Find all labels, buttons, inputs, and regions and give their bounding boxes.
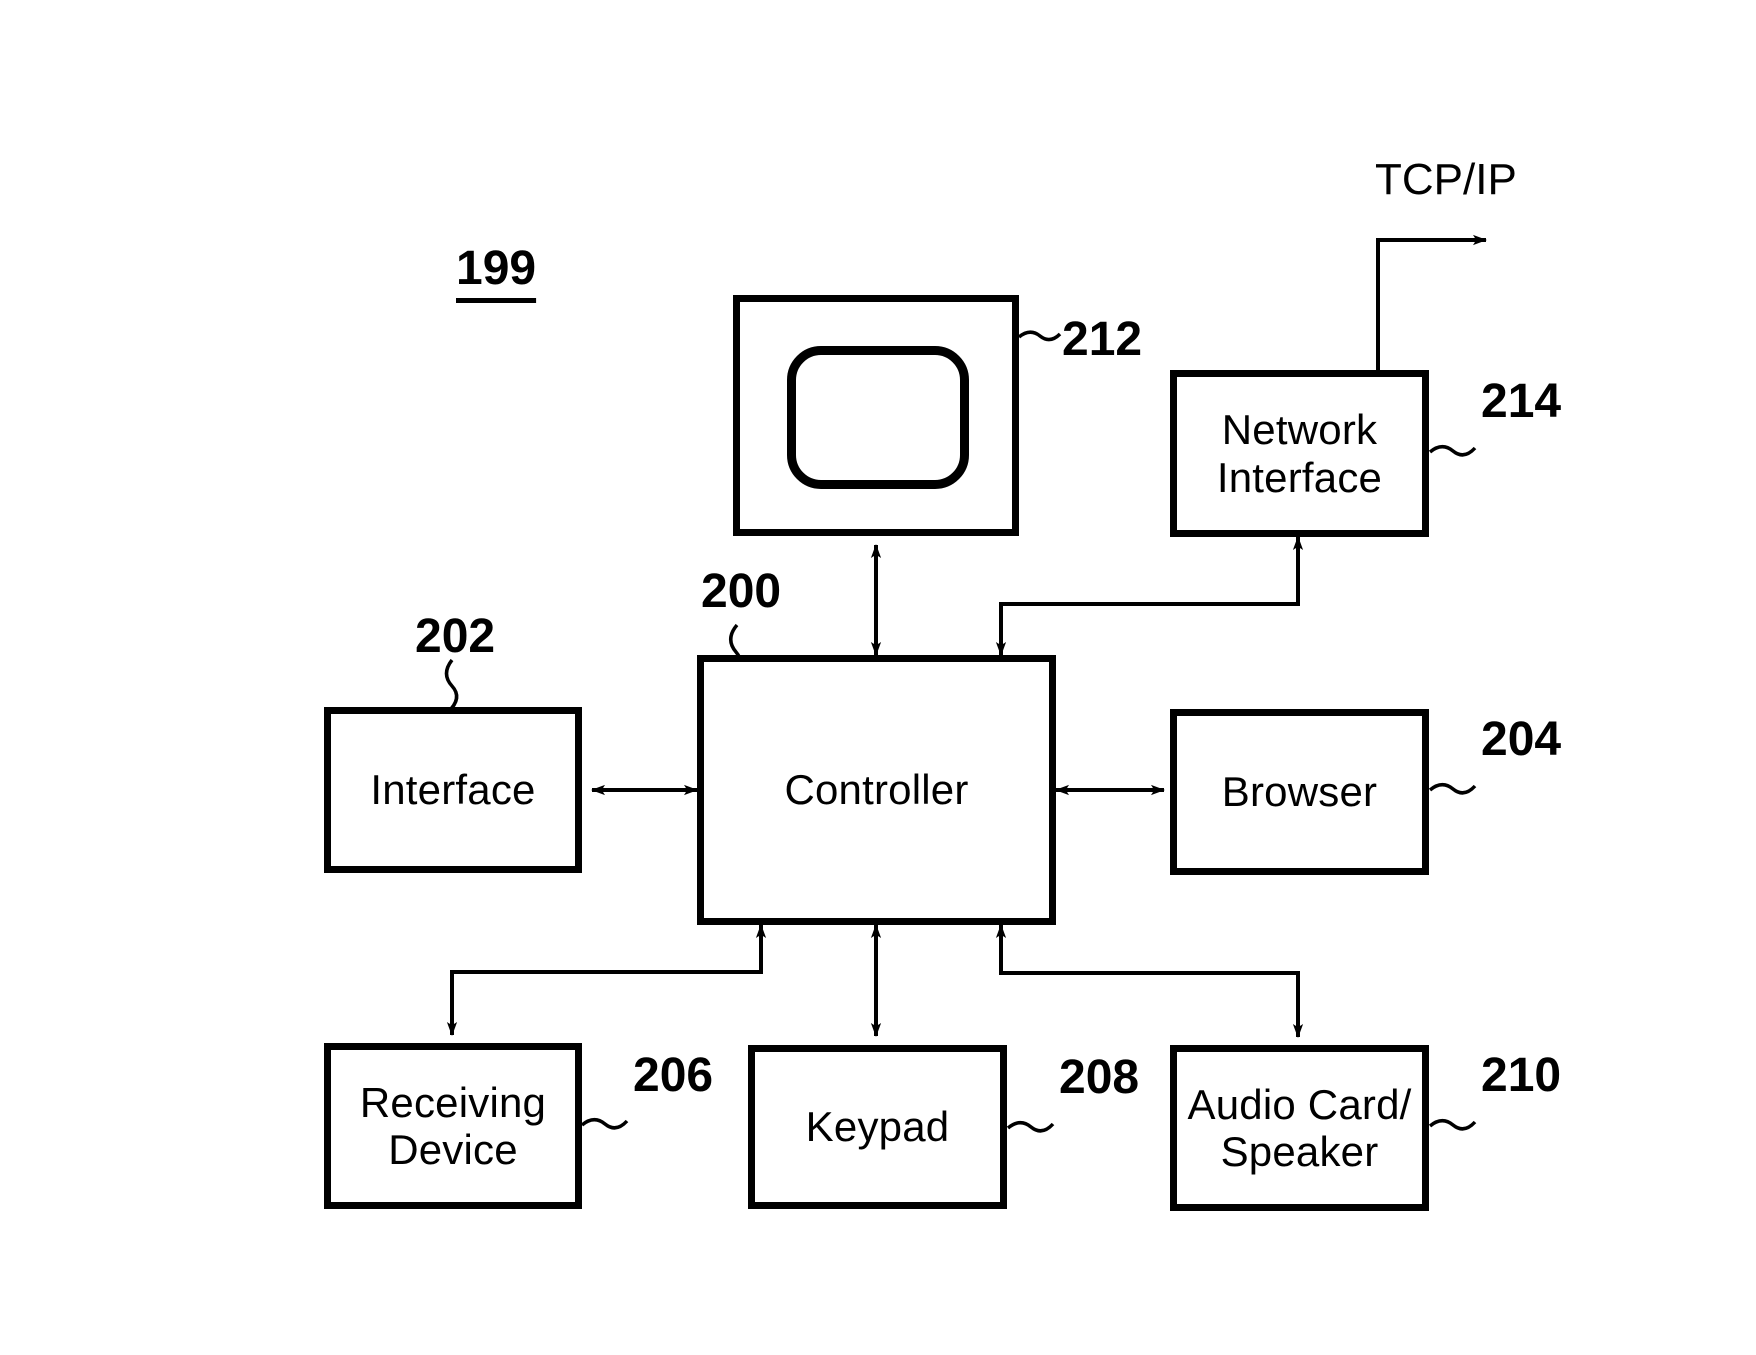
- controller-label: Controller: [784, 766, 969, 814]
- connector-audio-card-to-controller: [995, 924, 1300, 1037]
- figure-number: 199: [456, 242, 537, 295]
- ref-208: 208: [1059, 1051, 1140, 1104]
- ref-206: 206: [633, 1049, 714, 1102]
- connector-receiving-device-to-controller: [450, 924, 767, 1035]
- ref-202: 202: [415, 610, 496, 663]
- connector-network-interface-to-controller: [995, 537, 1300, 656]
- receiving-device-label: Receiving Device: [359, 1078, 547, 1173]
- connector-controller-to-receiving-device: [446, 925, 763, 1036]
- leader-line-214: [1428, 445, 1477, 457]
- leader-line-212: [1017, 330, 1062, 342]
- browser-label: Browser: [1221, 768, 1378, 816]
- connector-network-interface-to-tcpip: [1376, 234, 1487, 372]
- interface-node[interactable]: Interface: [324, 707, 582, 873]
- leader-line-204: [1428, 783, 1477, 795]
- ref-200: 200: [701, 565, 782, 618]
- network-interface-label: Network Interface: [1216, 406, 1383, 501]
- display-screen: [787, 346, 969, 489]
- audio-card-node[interactable]: Audio Card/ Speaker: [1170, 1045, 1429, 1211]
- leader-line-202: [444, 658, 459, 714]
- keypad-label: Keypad: [805, 1103, 950, 1151]
- connector-controller-to-audio-card: [999, 925, 1304, 1038]
- receiving-device-node[interactable]: Receiving Device: [324, 1043, 582, 1209]
- leader-line-206: [580, 1118, 629, 1130]
- browser-node[interactable]: Browser: [1170, 709, 1429, 875]
- leader-line-208: [1006, 1121, 1055, 1133]
- tcp-ip-label: TCP/IP: [1375, 155, 1517, 204]
- keypad-node[interactable]: Keypad: [748, 1045, 1007, 1209]
- audio-card-label: Audio Card/ Speaker: [1187, 1080, 1412, 1175]
- connector-controller-to-network-interface: [999, 536, 1304, 655]
- ref-204: 204: [1481, 713, 1562, 766]
- interface-label: Interface: [370, 766, 536, 814]
- leader-line-210: [1428, 1119, 1477, 1131]
- network-interface-node[interactable]: Network Interface: [1170, 370, 1429, 537]
- ref-210: 210: [1481, 1049, 1562, 1102]
- ref-212: 212: [1062, 313, 1143, 366]
- controller-node[interactable]: Controller: [697, 655, 1056, 925]
- display-node[interactable]: [733, 295, 1019, 536]
- ref-214: 214: [1481, 375, 1562, 428]
- patent-block-diagram: 199 TCP/IP 212 Network Interface 214 Int…: [0, 0, 1756, 1355]
